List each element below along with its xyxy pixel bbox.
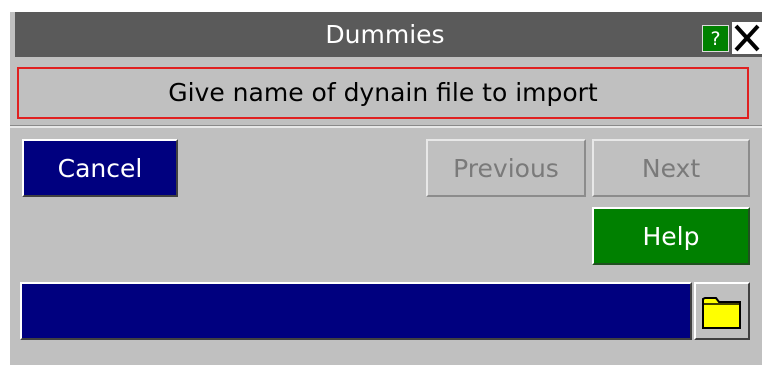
dummies-dialog: Dummies ? Give name of dynain file to im…	[10, 12, 762, 365]
title-bar[interactable]: Dummies ?	[15, 12, 762, 57]
prompt-message: Give name of dynain file to import	[17, 67, 749, 119]
window-title: Dummies	[325, 20, 445, 49]
previous-button[interactable]: Previous	[426, 139, 586, 197]
folder-icon	[702, 297, 741, 329]
close-x-glyph	[734, 24, 760, 52]
help-button[interactable]: Help	[592, 207, 750, 265]
browse-folder-button[interactable]	[694, 282, 750, 340]
separator	[10, 125, 762, 128]
help-question-icon[interactable]: ?	[702, 25, 729, 52]
next-button[interactable]: Next	[592, 139, 750, 197]
cancel-button[interactable]: Cancel	[22, 139, 178, 197]
filename-input[interactable]	[20, 282, 692, 340]
close-icon[interactable]	[732, 22, 762, 54]
